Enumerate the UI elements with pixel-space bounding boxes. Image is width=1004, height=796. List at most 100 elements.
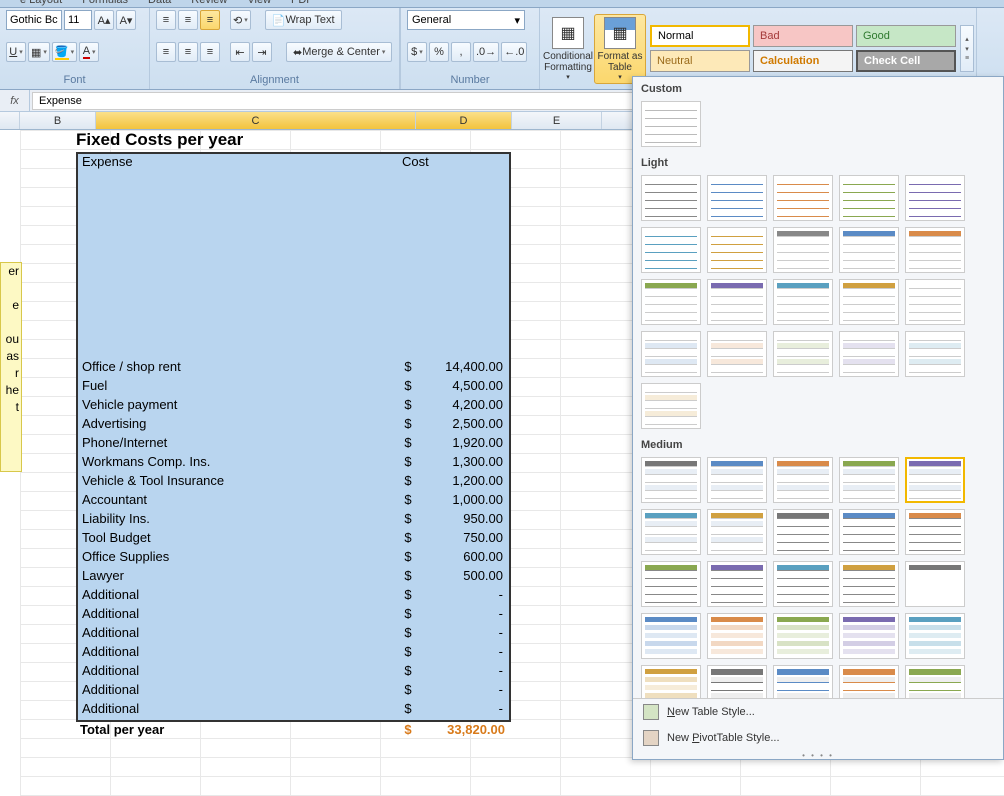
table-row[interactable]: Tool Budget $ 750.00 — [78, 530, 509, 549]
table-row[interactable]: Additional $ - — [78, 682, 509, 701]
style-good[interactable]: Good — [856, 25, 956, 47]
table-style-swatch[interactable] — [773, 561, 833, 607]
table-style-swatch[interactable] — [773, 457, 833, 503]
new-table-style-button[interactable]: New Table Style... — [633, 699, 1003, 725]
table-row[interactable]: Additional $ - — [78, 644, 509, 663]
selection-range[interactable]: Expense Cost Office / shop rent $ 14,400… — [76, 152, 511, 722]
table-row[interactable]: Additional $ - — [78, 587, 509, 606]
table-style-swatch[interactable] — [707, 509, 767, 555]
style-normal[interactable]: Normal — [650, 25, 750, 47]
table-row[interactable]: Office / shop rent $ 14,400.00 — [78, 359, 509, 378]
conditional-formatting-button[interactable]: ▦ Conditional Formatting▾ — [542, 14, 594, 84]
table-style-swatch[interactable] — [905, 279, 965, 325]
tab[interactable]: PDF — [291, 0, 313, 6]
wrap-text-button[interactable]: 📄 Wrap Text — [265, 10, 342, 30]
tab[interactable]: View — [247, 0, 271, 6]
table-style-swatch[interactable] — [773, 279, 833, 325]
table-row[interactable]: Phone/Internet $ 1,920.00 — [78, 435, 509, 454]
align-left-icon[interactable]: ≡ — [156, 42, 176, 62]
table-style-swatch[interactable] — [641, 457, 701, 503]
table-style-swatch[interactable] — [707, 457, 767, 503]
table-row[interactable]: Accountant $ 1,000.00 — [78, 492, 509, 511]
table-style-swatch[interactable] — [905, 175, 965, 221]
merge-center-button[interactable]: ⬌ Merge & Center — [286, 42, 392, 62]
col-header[interactable]: E — [512, 112, 602, 129]
table-style-swatch[interactable] — [839, 175, 899, 221]
table-style-swatch[interactable] — [641, 383, 701, 429]
table-style-swatch[interactable] — [707, 613, 767, 659]
style-neutral[interactable]: Neutral — [650, 50, 750, 72]
tab[interactable]: Review — [191, 0, 227, 6]
orientation-button[interactable]: ⟲ — [230, 10, 251, 30]
percent-button[interactable]: % — [429, 42, 449, 62]
table-style-swatch[interactable] — [905, 509, 965, 555]
table-row[interactable]: Advertising $ 2,500.00 — [78, 416, 509, 435]
align-center-icon[interactable]: ≡ — [178, 42, 198, 62]
table-style-swatch[interactable] — [707, 175, 767, 221]
font-name-combo[interactable]: Gothic Bc — [6, 10, 62, 30]
table-row[interactable]: Vehicle payment $ 4,200.00 — [78, 397, 509, 416]
increase-indent-icon[interactable]: ⇥ — [252, 42, 272, 62]
table-style-swatch[interactable] — [773, 175, 833, 221]
table-row[interactable]: Additional $ - — [78, 625, 509, 644]
table-style-swatch[interactable] — [773, 227, 833, 273]
table-style-swatch[interactable] — [839, 561, 899, 607]
align-right-icon[interactable]: ≡ — [200, 42, 220, 62]
cell-styles-more-button[interactable]: ▴▾≡ — [960, 25, 974, 72]
table-style-swatch[interactable] — [905, 227, 965, 273]
align-middle-icon[interactable]: ≡ — [178, 10, 198, 30]
table-row[interactable]: Vehicle & Tool Insurance $ 1,200.00 — [78, 473, 509, 492]
select-all-corner[interactable] — [0, 112, 20, 129]
increase-font-icon[interactable]: A▴ — [94, 10, 114, 30]
tab[interactable]: Data — [148, 0, 171, 6]
table-style-swatch[interactable] — [839, 457, 899, 503]
table-style-swatch[interactable] — [707, 331, 767, 377]
tab[interactable]: Formulas — [82, 0, 128, 6]
fx-icon[interactable]: fx — [0, 90, 30, 111]
format-as-table-button[interactable]: ▦ Format as Table▾ — [594, 14, 646, 84]
table-style-swatch[interactable] — [641, 175, 701, 221]
table-style-swatch[interactable] — [707, 561, 767, 607]
table-style-swatch[interactable] — [641, 509, 701, 555]
increase-decimal-icon[interactable]: .0→ — [473, 42, 499, 62]
table-style-swatch[interactable] — [905, 457, 965, 503]
table-style-swatch[interactable] — [839, 227, 899, 273]
table-row[interactable]: Office Supplies $ 600.00 — [78, 549, 509, 568]
table-row[interactable]: Additional $ - — [78, 701, 509, 720]
table-style-swatch[interactable] — [773, 509, 833, 555]
col-header[interactable]: B — [20, 112, 96, 129]
decrease-indent-icon[interactable]: ⇤ — [230, 42, 250, 62]
font-size-combo[interactable]: 11 — [64, 10, 92, 30]
table-style-swatch[interactable] — [839, 613, 899, 659]
table-style-swatch[interactable] — [641, 227, 701, 273]
font-color-button[interactable]: A — [79, 42, 99, 62]
borders-button[interactable]: ▦ — [28, 42, 50, 62]
table-style-swatch[interactable] — [905, 613, 965, 659]
fill-color-button[interactable]: 🪣 — [52, 42, 77, 62]
tab[interactable]: e Layout — [20, 0, 62, 6]
accounting-format-button[interactable]: $ — [407, 42, 427, 62]
new-pivottable-style-button[interactable]: New PivotTable Style... — [633, 725, 1003, 751]
table-style-swatch[interactable] — [641, 279, 701, 325]
table-style-swatch[interactable] — [773, 613, 833, 659]
table-style-swatch[interactable] — [707, 279, 767, 325]
table-style-swatch[interactable] — [641, 613, 701, 659]
table-style-swatch[interactable] — [641, 561, 701, 607]
table-row[interactable]: Workmans Comp. Ins. $ 1,300.00 — [78, 454, 509, 473]
table-style-swatch[interactable] — [905, 561, 965, 607]
table-style-swatch[interactable] — [641, 331, 701, 377]
style-bad[interactable]: Bad — [753, 25, 853, 47]
table-style-swatch[interactable] — [641, 101, 701, 147]
table-row[interactable]: Fuel $ 4,500.00 — [78, 378, 509, 397]
underline-button[interactable]: U — [6, 42, 26, 62]
resize-handle-icon[interactable]: • • • • — [633, 751, 1003, 759]
table-style-swatch[interactable] — [773, 331, 833, 377]
style-check-cell[interactable]: Check Cell — [856, 50, 956, 72]
number-format-combo[interactable]: General▾ — [407, 10, 525, 30]
style-calculation[interactable]: Calculation — [753, 50, 853, 72]
table-style-swatch[interactable] — [839, 509, 899, 555]
align-bottom-icon[interactable]: ≡ — [200, 10, 220, 30]
table-row[interactable]: Additional $ - — [78, 663, 509, 682]
decrease-font-icon[interactable]: A▾ — [116, 10, 136, 30]
table-style-swatch[interactable] — [839, 279, 899, 325]
